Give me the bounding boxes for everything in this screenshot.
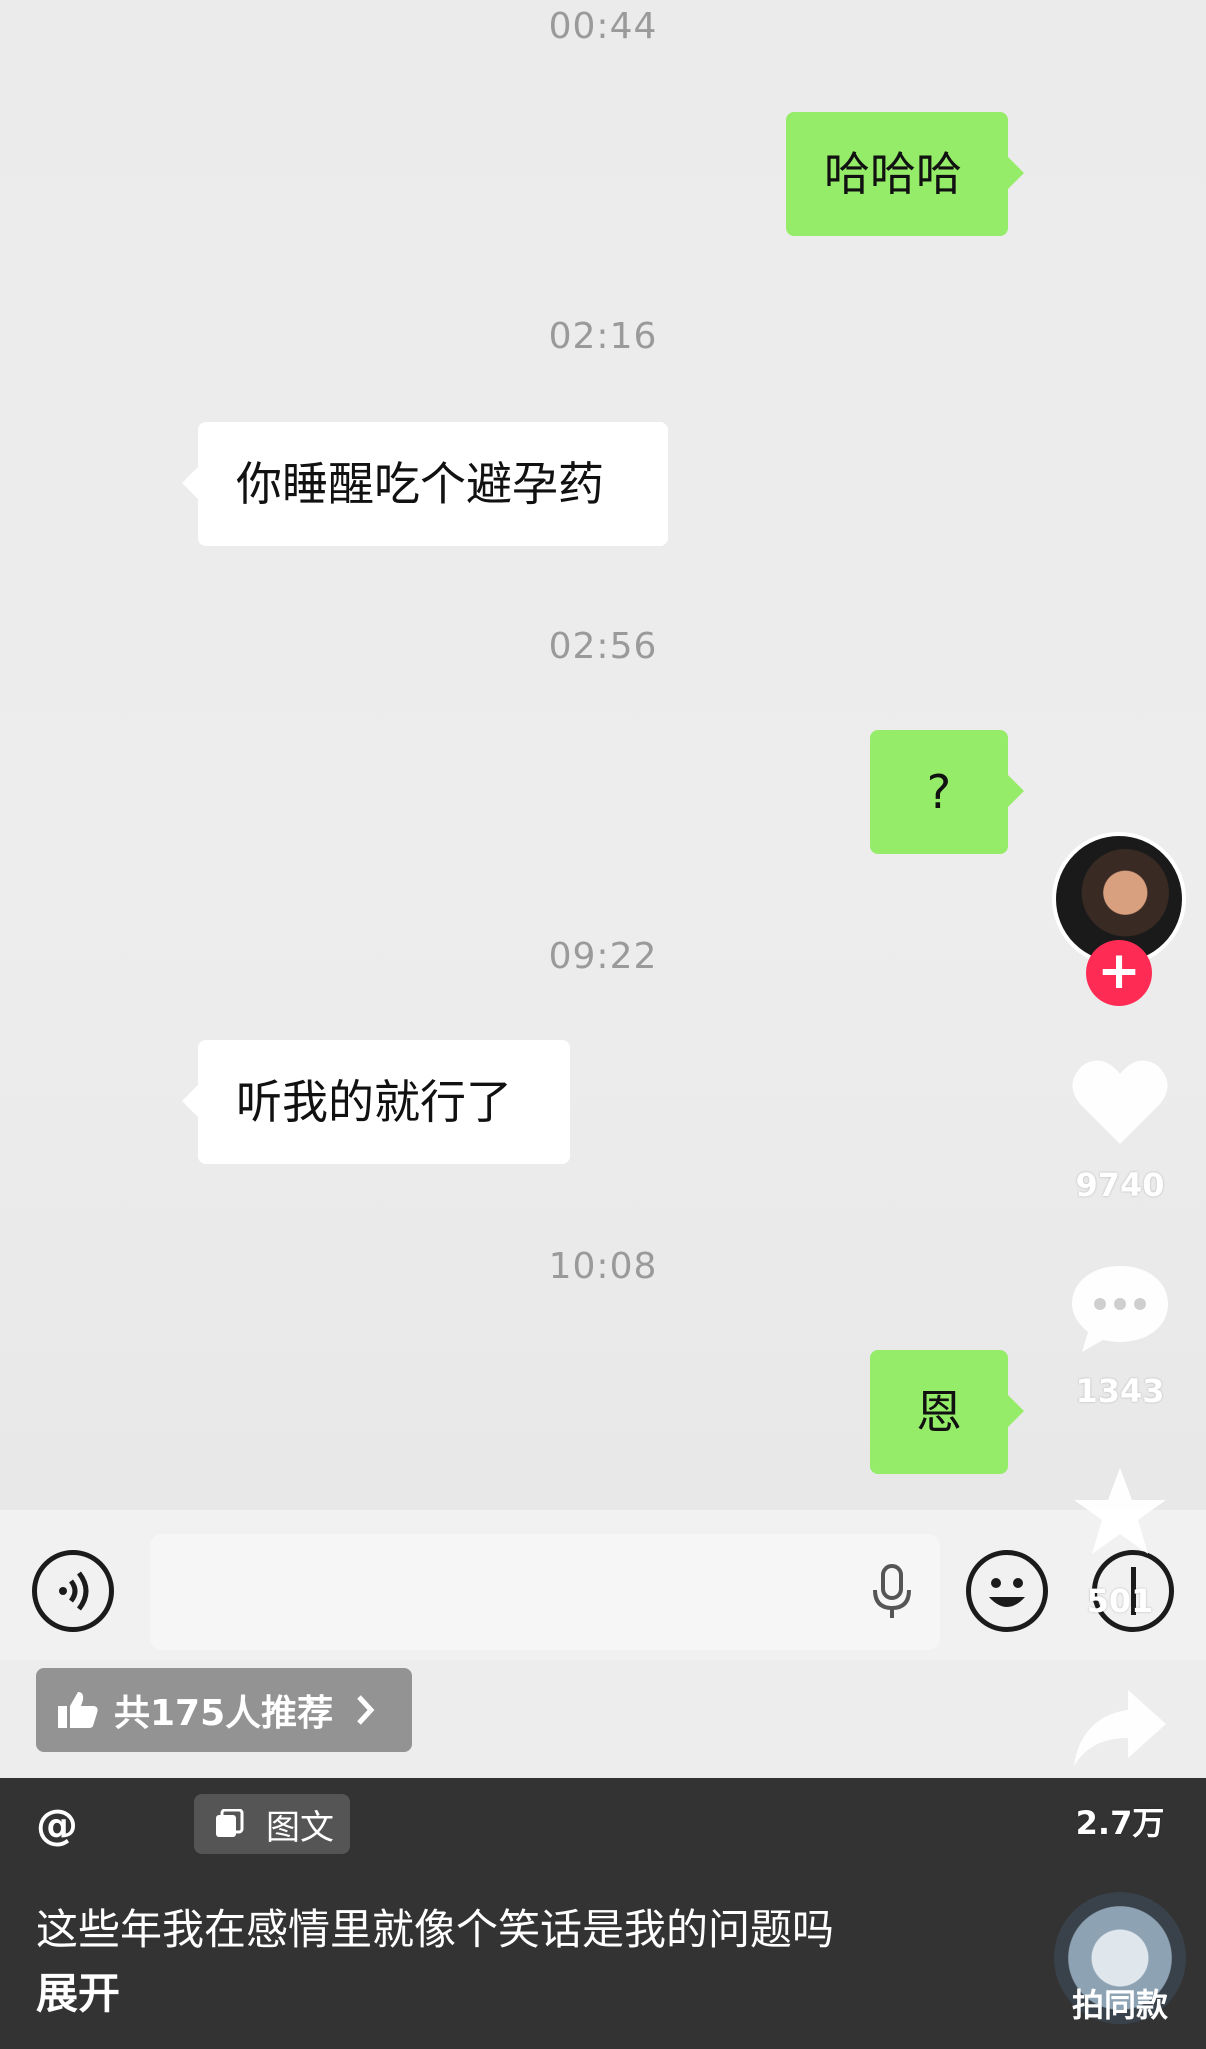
microphone-icon[interactable] [868,1564,916,1620]
author-handle[interactable]: @ [36,1800,78,1849]
smiley-icon[interactable] [966,1550,1048,1632]
post-type-label: 图文 [266,1807,334,1848]
share-arrow-icon[interactable] [1068,1680,1172,1776]
chat-screenshot: 00:44 哈哈哈 02:16 你睡醒吃个避孕药 02:56 ? 09:22 听… [0,0,1206,1510]
comment-count: 1343 [1075,1372,1165,1410]
like-count: 9740 [1075,1166,1165,1204]
star-icon[interactable] [1068,1464,1172,1560]
post-type-tag: 图文 [194,1794,350,1854]
message-bubble-sent: ? [870,730,1024,854]
document-icon [216,1809,244,1837]
timestamp: 02:16 [548,316,658,357]
recommend-label: 共175人推荐 [114,1693,334,1734]
share-count: 2.7万 [1075,1804,1165,1842]
message-bubble-sent: 恩 [870,1350,1024,1474]
heart-icon[interactable] [1068,1054,1172,1150]
message-bubble-received: 你睡醒吃个避孕药 [182,422,668,546]
comment-bubble-icon[interactable] [1068,1260,1172,1356]
message-bubble-received: 听我的就行了 [182,1040,570,1164]
thumbs-up-icon [58,1692,98,1728]
same-style-button[interactable]: 拍同款 [1040,1980,1200,2026]
chevron-right-icon [357,1695,375,1725]
timestamp: 09:22 [548,936,658,977]
chat-input-bar [0,1510,1206,1660]
plus-icon[interactable]: + [1086,940,1152,1006]
recommend-pill[interactable]: 共175人推荐 [36,1668,412,1752]
message-bubble-sent: 哈哈哈 [786,112,1024,236]
favorite-count: 501 [1086,1582,1154,1620]
message-input[interactable] [150,1534,940,1650]
timestamp: 00:44 [548,6,658,47]
expand-link[interactable]: 展开 [36,1960,120,2021]
timestamp: 02:56 [548,626,658,667]
voice-icon[interactable] [32,1550,114,1632]
post-caption: 这些年我在感情里就像个笑话是我的问题吗 [36,1905,835,1954]
post-info-panel: @ 图文 这些年我在感情里就像个笑话是我的问题吗 展开 [0,1778,1206,2049]
timestamp: 10:08 [548,1246,658,1287]
